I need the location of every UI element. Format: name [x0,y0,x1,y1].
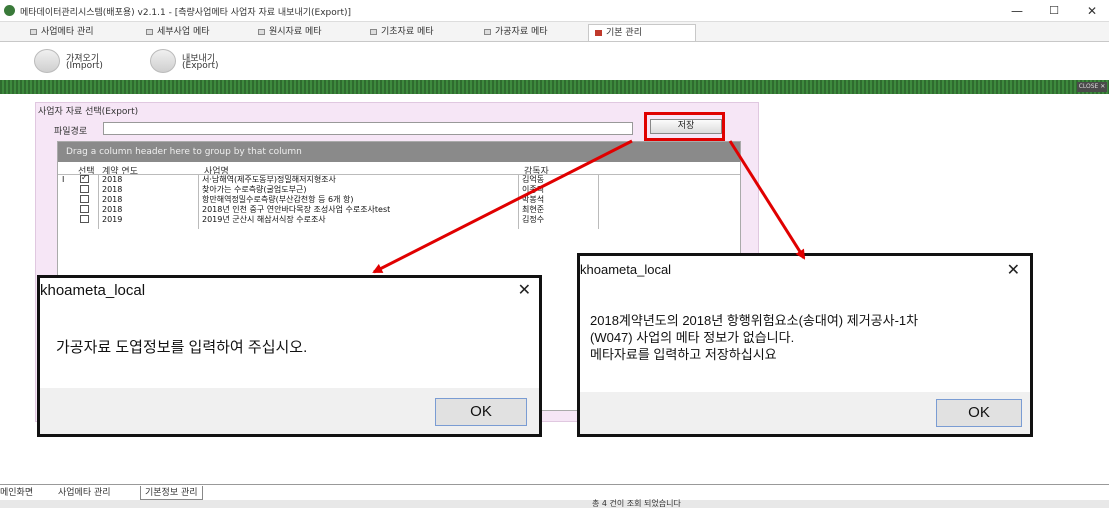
tab-base-data-meta[interactable]: 기초자료 메타 [370,24,434,41]
row-checkbox[interactable] [80,205,89,213]
tab-business-meta[interactable]: 사업메타 관리 [30,24,94,41]
tab-raw-data-meta[interactable]: 원시자료 메타 [258,24,322,41]
dialog-footer: OK [580,392,1030,434]
dialog-message: 가공자료 도엽정보를 입력하여 주십시오. [56,339,308,356]
import-button[interactable]: 가져오기 (Import) [34,49,124,75]
tab-main-screen[interactable]: 메인화면 [0,486,33,500]
tab-business-meta-bottom[interactable]: 사업메타 관리 [58,486,111,500]
dialog-footer: OK [40,388,539,434]
tab-square-icon [146,28,153,35]
export-button[interactable]: 내보내기 (Export) [150,49,240,75]
status-text: 총 4 건이 조회 되었습니다 [592,499,681,508]
tab-basic-info-management[interactable]: 기본정보 관리 [140,486,203,500]
tab-sub-business-meta[interactable]: 세부사업 메타 [146,24,210,41]
table-row[interactable]: 2018 찾아가는 수로측량(굴업도부근) 이종직 [58,185,740,194]
maximize-button[interactable]: ☐ [1042,3,1066,19]
window-title: 메타데이터관리시스템(배포용) v2.1.1 - [측량사업메타 사업자 자료 … [20,8,352,18]
header-strip: CLOSE ✕ [0,80,1109,94]
ribbon: 가져오기 (Import) 내보내기 (Export) [0,42,1109,80]
row-checkbox[interactable] [80,173,89,183]
row-checkbox[interactable] [80,215,89,223]
alert-dialog-left: khoameta_local ✕ 가공자료 도엽정보를 입력하여 주십시오. O… [37,275,542,437]
close-window-button[interactable]: ✕ [1080,3,1104,19]
title-bar: 메타데이터관리시스템(배포용) v2.1.1 - [측량사업메타 사업자 자료 … [0,0,1109,22]
app-icon [4,5,15,16]
alert-dialog-right: khoameta_local ✕ 2018계약년도의 2018년 항행위험요소(… [577,253,1033,437]
ok-button[interactable]: OK [435,398,527,426]
import-icon [34,49,60,73]
tab-square-icon [484,28,491,35]
export-icon [150,49,176,73]
dialog-title: khoameta_local [40,282,146,299]
file-path-input[interactable] [103,122,633,135]
panel-title: 사업자 자료 선택(Export) [38,107,139,117]
menu-tabs: 사업메타 관리 세부사업 메타 원시자료 메타 기초자료 메타 가공자료 메타 … [0,22,1109,42]
close-icon[interactable]: ✕ [1007,260,1020,279]
tab-basic-management[interactable]: 기본 관리 [588,24,696,41]
highlight-box [644,112,725,141]
dialog-message-line3: 메타자료를 입력하고 저장하십시요 [590,347,777,362]
tab-square-icon [370,28,377,35]
status-bar [0,500,1109,508]
row-checkbox[interactable] [80,185,89,193]
table-row[interactable]: 2018 항만해역정밀수로측량(부산감천항 등 6개 항) 박봉석 [58,195,740,204]
table-row[interactable]: 2019 2019년 군산시 해삼서식장 수로조사 김정수 [58,215,740,224]
row-checkbox[interactable] [80,195,89,203]
minimize-button[interactable]: — [1005,3,1029,19]
tab-square-icon [258,28,265,35]
path-label: 파일경로 [54,127,88,137]
group-by-hint: Drag a column header here to group by th… [58,142,740,162]
table-row[interactable]: 2018 2018년 인천 중구 연안바다목장 조성사업 수로조사test 최현… [58,205,740,214]
table-row[interactable]: I 2018 서·남해역(제주도동부)정밀해저지형조사 김억동 [58,173,740,184]
close-icon[interactable]: ✕ [518,280,531,299]
close-panel-button[interactable]: CLOSE ✕ [1077,82,1107,92]
tab-square-icon [595,29,602,36]
tab-processed-data-meta[interactable]: 가공자료 메타 [484,24,548,41]
ok-button[interactable]: OK [936,399,1022,427]
dialog-title: khoameta_local [580,262,672,277]
tab-square-icon [30,28,37,35]
